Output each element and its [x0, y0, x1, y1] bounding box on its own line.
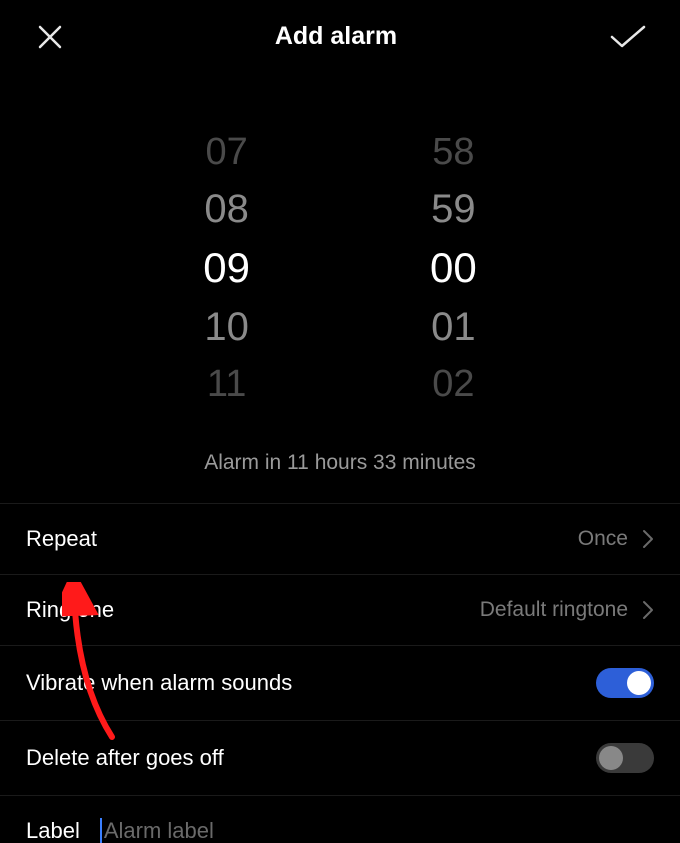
header: Add alarm	[0, 0, 680, 73]
vibrate-toggle[interactable]	[596, 668, 654, 698]
minute-selected[interactable]: 00	[430, 247, 477, 289]
minute-option[interactable]: 58	[432, 133, 474, 171]
label-field-label: Label	[26, 818, 80, 843]
delete-after-row: Delete after goes off	[0, 721, 680, 796]
time-picker[interactable]: 07 08 09 10 11 58 59 00 01 02	[0, 133, 680, 403]
hour-option[interactable]: 07	[206, 133, 248, 171]
vibrate-row: Vibrate when alarm sounds	[0, 646, 680, 721]
minute-option[interactable]: 02	[432, 365, 474, 403]
delete-after-label: Delete after goes off	[26, 745, 224, 771]
label-row: Label	[0, 796, 680, 843]
alarm-label-input[interactable]	[104, 818, 654, 843]
check-icon	[608, 23, 648, 51]
repeat-label: Repeat	[26, 526, 97, 552]
ringtone-value: Default ringtone	[480, 598, 628, 622]
ringtone-label: Ringtone	[26, 597, 114, 623]
close-icon	[36, 23, 64, 51]
minute-option[interactable]: 59	[431, 189, 476, 229]
page-title: Add alarm	[275, 22, 397, 51]
minute-column[interactable]: 58 59 00 01 02	[430, 133, 477, 403]
ringtone-row[interactable]: Ringtone Default ringtone	[0, 575, 680, 646]
hour-option[interactable]: 08	[204, 189, 249, 229]
hour-option[interactable]: 10	[204, 307, 249, 347]
alarm-countdown: Alarm in 11 hours 33 minutes	[0, 451, 680, 475]
repeat-row[interactable]: Repeat Once	[0, 504, 680, 575]
settings-list: Repeat Once Ringtone Default ringtone Vi…	[0, 503, 680, 843]
repeat-value: Once	[578, 527, 628, 551]
close-button[interactable]	[36, 23, 64, 51]
text-cursor	[100, 818, 102, 843]
chevron-right-icon	[642, 600, 654, 620]
hour-option[interactable]: 11	[207, 365, 246, 403]
chevron-right-icon	[642, 529, 654, 549]
delete-after-toggle[interactable]	[596, 743, 654, 773]
hour-selected[interactable]: 09	[203, 247, 250, 289]
hour-column[interactable]: 07 08 09 10 11	[203, 133, 250, 403]
confirm-button[interactable]	[608, 23, 648, 51]
vibrate-label: Vibrate when alarm sounds	[26, 670, 292, 696]
minute-option[interactable]: 01	[431, 307, 476, 347]
